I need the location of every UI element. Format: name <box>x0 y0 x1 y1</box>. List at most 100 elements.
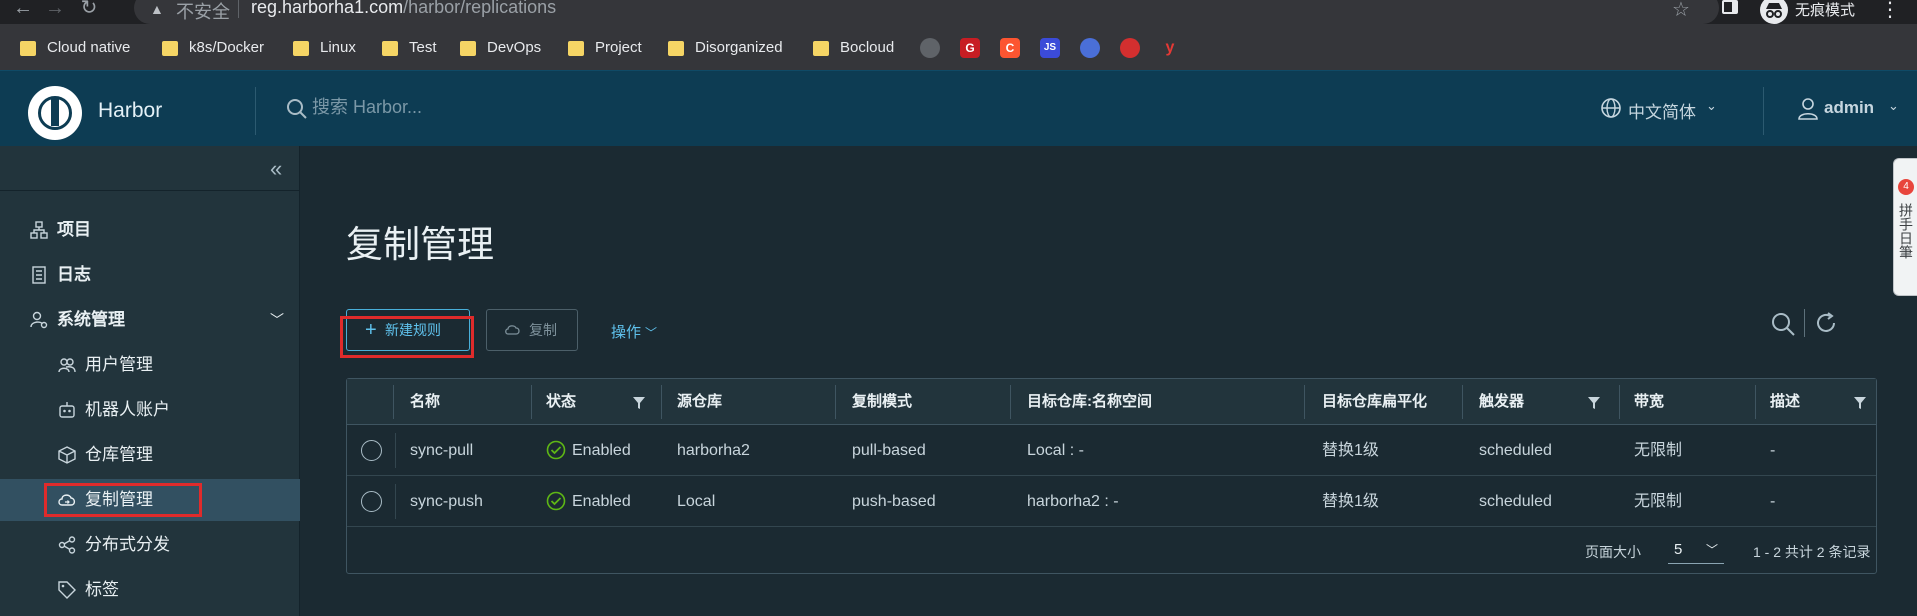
sidebar-item-label: 日志 <box>57 265 91 284</box>
bookmark-label: Bocloud <box>840 39 895 56</box>
chevron-down-icon: ﹀ <box>645 326 658 340</box>
bookmark-label: Linux <box>320 39 356 56</box>
users-icon <box>58 358 76 373</box>
sidebar-item-label: 用户管理 <box>85 355 153 374</box>
cell-trigger: scheduled <box>1479 493 1552 510</box>
table-row[interactable]: sync-pull Enabled harborha2 pull-based L… <box>347 425 1876 476</box>
sidebar-item-distribution[interactable]: 分布式分发 <box>0 524 300 566</box>
folder-icon <box>813 41 829 56</box>
column-header-mode[interactable]: 复制模式 <box>852 379 912 425</box>
table-row[interactable]: sync-push Enabled Local push-based harbo… <box>347 476 1876 527</box>
bookmark-project[interactable]: Project <box>568 37 642 59</box>
sidebar-item-label: 机器人账户 <box>85 400 170 419</box>
column-divider <box>531 385 532 419</box>
address-divider <box>238 0 239 18</box>
sidebar-item-label: 分布式分发 <box>85 535 170 554</box>
actions-dropdown[interactable]: 操作 ﹀ <box>611 321 657 342</box>
rocket-icon[interactable] <box>1080 38 1100 58</box>
success-check-icon <box>546 491 566 511</box>
csdn-icon[interactable]: C <box>1000 38 1020 58</box>
language-selector[interactable]: 中文简体 <box>1628 98 1696 123</box>
copy-button[interactable]: 复制 <box>486 309 578 351</box>
column-divider <box>835 385 836 419</box>
folder-icon <box>293 41 309 56</box>
browser-menu-icon[interactable]: ⋮ <box>1880 0 1900 22</box>
header-divider <box>255 87 256 135</box>
chevron-down-icon: ﹀ <box>1705 543 1718 557</box>
collapse-sidebar-icon[interactable]: « <box>270 156 282 182</box>
cell-bandwidth: 无限制 <box>1634 442 1683 459</box>
cell-description: - <box>1770 493 1776 510</box>
js-icon[interactable]: JS <box>1040 38 1060 58</box>
sidebar-item-system-admin[interactable]: 系统管理 ﹀ <box>0 299 300 341</box>
column-header-bandwidth[interactable]: 带宽 <box>1634 379 1664 425</box>
column-header-source[interactable]: 源仓库 <box>677 379 722 425</box>
floating-side-tab[interactable]: 4 拼手日筆 <box>1893 158 1917 296</box>
bookmark-bocloud[interactable]: Bocloud <box>813 37 894 59</box>
bookmark-linux[interactable]: Linux <box>293 37 356 59</box>
cell-mode: push-based <box>852 493 936 510</box>
column-header-flatten[interactable]: 目标仓库扁平化 <box>1322 379 1427 425</box>
browser-toolbar: ← → ↻ ▲ 不安全 reg.harborha1.com/harbor/rep… <box>0 0 1917 24</box>
folder-icon <box>162 41 178 56</box>
bookmark-devops[interactable]: DevOps <box>460 37 541 59</box>
filter-icon[interactable] <box>1588 397 1600 409</box>
cell-trigger: scheduled <box>1479 442 1552 459</box>
sidebar-item-labels[interactable]: 标签 <box>0 569 300 611</box>
octopus-icon[interactable] <box>1120 38 1140 58</box>
chevron-down-icon[interactable]: ⌄ <box>1888 98 1899 114</box>
page-size-select[interactable]: 5 ﹀ <box>1668 536 1724 564</box>
row-select-radio[interactable] <box>361 491 382 512</box>
user-menu[interactable]: admin <box>1824 98 1874 118</box>
page-size-label: 页面大小 <box>1585 544 1641 560</box>
bookmark-test[interactable]: Test <box>382 37 437 59</box>
sidebar-item-projects[interactable]: 项目 <box>0 209 300 251</box>
chevron-down-icon[interactable]: ﹀ <box>270 299 284 341</box>
warning-icon[interactable]: ▲ <box>150 1 164 17</box>
bookmark-star-icon[interactable]: ☆ <box>1672 0 1690 22</box>
sidebar-item-registries[interactable]: 仓库管理 <box>0 434 300 476</box>
incognito-icon[interactable] <box>1760 0 1788 24</box>
cell-target: Local : - <box>1027 442 1084 459</box>
security-warning-label[interactable]: 不安全 <box>176 0 230 24</box>
search-icon <box>287 99 307 119</box>
sidebar-item-logs[interactable]: 日志 <box>0 254 300 296</box>
highlight-box <box>44 483 202 517</box>
github-icon[interactable] <box>920 38 940 58</box>
youdao-icon[interactable]: y <box>1160 38 1180 58</box>
share-icon <box>58 536 76 554</box>
column-header-name[interactable]: 名称 <box>410 379 440 425</box>
sidebar-item-users[interactable]: 用户管理 <box>0 344 300 386</box>
chevron-down-icon[interactable]: ⌄ <box>1706 98 1717 114</box>
column-divider <box>1462 385 1463 419</box>
side-panel-icon[interactable] <box>1722 0 1738 14</box>
filter-icon[interactable] <box>633 397 645 409</box>
row-select-radio[interactable] <box>361 440 382 461</box>
forward-icon[interactable]: → <box>40 0 70 20</box>
bookmark-disorganized[interactable]: Disorganized <box>668 37 783 59</box>
harbor-logo[interactable] <box>28 86 82 140</box>
bookmark-k8s-docker[interactable]: k8s/Docker <box>162 37 264 59</box>
pagination-summary: 1 - 2 共计 2 条记录 <box>1753 544 1871 560</box>
url-text[interactable]: reg.harborha1.com/harbor/replications <box>251 0 556 18</box>
refresh-icon[interactable] <box>1814 311 1838 335</box>
back-icon[interactable]: ← <box>8 0 38 20</box>
sidebar-item-robot-accounts[interactable]: 机器人账户 <box>0 389 300 431</box>
app-header: Harbor 中文简体 ⌄ admin ⌄ <box>0 70 1917 146</box>
gitee-icon[interactable]: G <box>960 38 980 58</box>
column-header-description[interactable]: 描述 <box>1770 379 1800 425</box>
cell-target: harborha2 : - <box>1027 493 1119 510</box>
filter-icon[interactable] <box>1854 397 1866 409</box>
user-icon[interactable] <box>1797 97 1819 121</box>
column-header-target[interactable]: 目标仓库:名称空间 <box>1027 379 1152 425</box>
global-search-input[interactable] <box>312 97 612 118</box>
app-title[interactable]: Harbor <box>98 99 162 123</box>
reload-icon[interactable]: ↻ <box>74 0 104 20</box>
header-divider <box>1763 87 1764 135</box>
bookmark-cloud-native[interactable]: Cloud native <box>20 37 130 59</box>
search-icon[interactable] <box>1770 311 1796 337</box>
column-header-status[interactable]: 状态 <box>546 379 576 425</box>
main-content: 复制管理 + 新建规则 复制 操作 ﹀ 名称 状态 源仓库 复制模式 目标仓库:名称… <box>301 146 1917 616</box>
column-header-trigger[interactable]: 触发器 <box>1479 379 1524 425</box>
globe-icon[interactable] <box>1600 97 1622 119</box>
